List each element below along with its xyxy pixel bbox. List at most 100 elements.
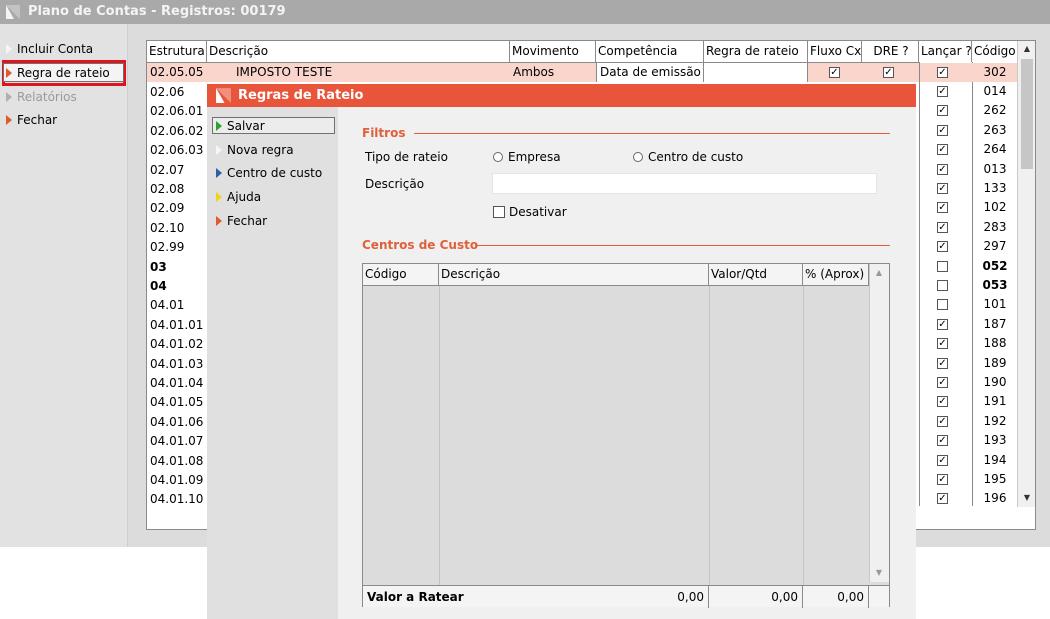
cc-col-valor[interactable]: Valor/Qtd [709, 264, 803, 286]
app-logo-icon [6, 5, 20, 19]
centros-footer: Valor a Ratear 0,00 0,00 0,00 [363, 585, 889, 608]
cell-estrutura: 04.01.04 [150, 376, 204, 390]
lancar-checkbox[interactable]: ✓ [937, 241, 948, 253]
centros-scrollbar[interactable]: ▲ ▼ [869, 264, 889, 582]
lancar-checkbox[interactable]: ✓ [937, 86, 948, 97]
window-titlebar: Plano de Contas - Registros: 00179 [0, 0, 1050, 24]
lancar-checkbox[interactable]: ✓ [937, 202, 948, 214]
lancar-checkbox[interactable]: ✓ [937, 357, 948, 369]
lancar-checkbox[interactable]: ✓ [937, 124, 948, 136]
lancar-checkbox[interactable]: ✓ [937, 318, 948, 330]
cell-estrutura: 02.09 [150, 201, 185, 216]
lancar-checkbox[interactable] [937, 260, 948, 272]
footer-divider [708, 586, 709, 608]
lancar-checkbox[interactable]: ✓ [937, 415, 948, 427]
col-header-codigo[interactable]: Código [972, 41, 1018, 63]
grid-scrollbar[interactable]: ▲ ▼ [1017, 41, 1035, 507]
cell-codigo: 102 [983, 200, 1007, 215]
cell-estrutura: 02.08 [150, 182, 185, 196]
cell-estrutura: 04.01.09 [150, 473, 204, 487]
col-header-estrutura[interactable]: Estrutura [147, 41, 207, 63]
cc-col-line [709, 286, 710, 586]
cell-codigo: 189 [983, 355, 1007, 370]
footer-divider [868, 586, 869, 608]
scroll-up-icon[interactable]: ▲ [872, 266, 886, 280]
col-header-movimento[interactable]: Movimento [510, 41, 596, 63]
radio-centro-label[interactable]: Centro de custo [648, 150, 743, 164]
cell-estrutura: 02.07 [150, 162, 185, 177]
lancar-checkbox[interactable]: ✓ [937, 435, 948, 447]
footer-total-3: 0,00 [837, 590, 864, 604]
valor-a-ratear-label: Valor a Ratear [367, 590, 464, 604]
menu-relatorios[interactable]: Relatórios [6, 88, 77, 106]
cell-estrutura: 04.01.08 [150, 453, 204, 468]
triangle-icon [216, 168, 222, 178]
lancar-checkbox[interactable]: ✓ [937, 105, 948, 117]
lancar-checkbox[interactable]: ✓ [937, 183, 948, 194]
lancar-checkbox[interactable]: ✓ [937, 221, 948, 233]
cell-codigo: 133 [983, 181, 1007, 195]
cc-col-descricao[interactable]: Descrição [439, 264, 709, 286]
scroll-up-icon[interactable]: ▲ [1020, 42, 1034, 56]
cell-codigo: 190 [983, 375, 1007, 389]
tipo-rateio-label: Tipo de rateio [365, 150, 448, 164]
dialog-menu-salvar[interactable]: Salvar [216, 117, 265, 135]
lancar-checkbox[interactable] [937, 299, 948, 311]
col-header-fluxo[interactable]: Fluxo Cx [808, 41, 862, 63]
desativar-checkbox[interactable] [493, 206, 505, 218]
lancar-checkbox[interactable] [937, 280, 948, 291]
col-header-dre[interactable]: DRE ? [862, 41, 919, 63]
cell-competencia[interactable]: Data de emissão [596, 63, 704, 83]
cell-regra[interactable] [704, 63, 808, 83]
cell-estrutura: 02.06.03 [150, 143, 204, 158]
scroll-thumb[interactable] [1021, 59, 1033, 169]
footer-total-2: 0,00 [771, 590, 798, 604]
footer-divider [802, 586, 803, 608]
radio-empresa-label[interactable]: Empresa [508, 150, 561, 164]
cell-estrutura: 04.01 [150, 298, 185, 313]
cell-codigo: 195 [983, 472, 1007, 486]
menu-regra-de-rateio[interactable]: Regra de rateio [6, 64, 110, 82]
menu-incluir-conta[interactable]: Incluir Conta [6, 40, 93, 58]
lancar-checkbox[interactable]: ✓ [937, 474, 948, 485]
cell-estrutura: 02.10 [150, 220, 185, 235]
triangle-icon [6, 68, 12, 78]
lancar-checkbox[interactable]: ✓ [937, 493, 948, 505]
dialog-menu-fechar[interactable]: Fechar [216, 212, 267, 230]
cell-estrutura: 02.05.05 [150, 65, 204, 79]
desativar-label[interactable]: Desativar [509, 205, 567, 219]
dialog-menu-nova-regra[interactable]: Nova regra [216, 141, 294, 159]
radio-empresa[interactable] [493, 152, 503, 162]
lancar-checkbox[interactable]: ✓ [937, 163, 948, 175]
section-divider [475, 245, 890, 246]
table-row-selected[interactable]: 02.05.05 IMPOSTO TESTE Ambos Data de emi… [147, 63, 1017, 83]
radio-centro-de-custo[interactable] [633, 152, 643, 162]
cell-codigo: 187 [983, 316, 1007, 331]
lancar-checkbox[interactable]: ✓ [937, 144, 948, 156]
menu-fechar[interactable]: Fechar [6, 111, 57, 129]
col-header-competencia[interactable]: Competência [596, 41, 704, 63]
cell-estrutura: 04.01.01 [150, 317, 204, 332]
lancar-checkbox[interactable]: ✓ [937, 377, 948, 388]
cell-estrutura: 03 [150, 259, 167, 274]
cc-col-line [803, 286, 804, 586]
col-header-descricao[interactable]: Descrição [207, 41, 510, 63]
descricao-input[interactable] [492, 173, 877, 194]
cell-codigo: 191 [983, 394, 1007, 409]
col-header-lancar[interactable]: Lançar ? [919, 41, 972, 63]
cc-col-percent[interactable]: % (Aprox) [803, 264, 869, 286]
cc-col-codigo[interactable]: Código [363, 264, 439, 286]
lancar-checkbox[interactable]: ✓ [937, 396, 948, 408]
lancar-checkbox[interactable]: ✓ [937, 454, 948, 466]
triangle-icon [216, 216, 222, 226]
scroll-down-icon[interactable]: ▼ [1020, 491, 1034, 505]
fluxo-checkbox[interactable]: ✓ [829, 67, 840, 78]
lancar-checkbox[interactable]: ✓ [937, 338, 948, 350]
col-header-regra[interactable]: Regra de rateio [704, 41, 808, 63]
scroll-down-icon[interactable]: ▼ [872, 566, 886, 580]
dialog-menu-ajuda[interactable]: Ajuda [216, 188, 261, 206]
centros-grid[interactable]: Código Descrição Valor/Qtd % (Aprox) [362, 263, 890, 607]
lancar-checkbox[interactable]: ✓ [937, 67, 948, 78]
dialog-menu-centro-de-custo[interactable]: Centro de custo [216, 164, 322, 182]
dre-checkbox[interactable]: ✓ [883, 67, 894, 78]
